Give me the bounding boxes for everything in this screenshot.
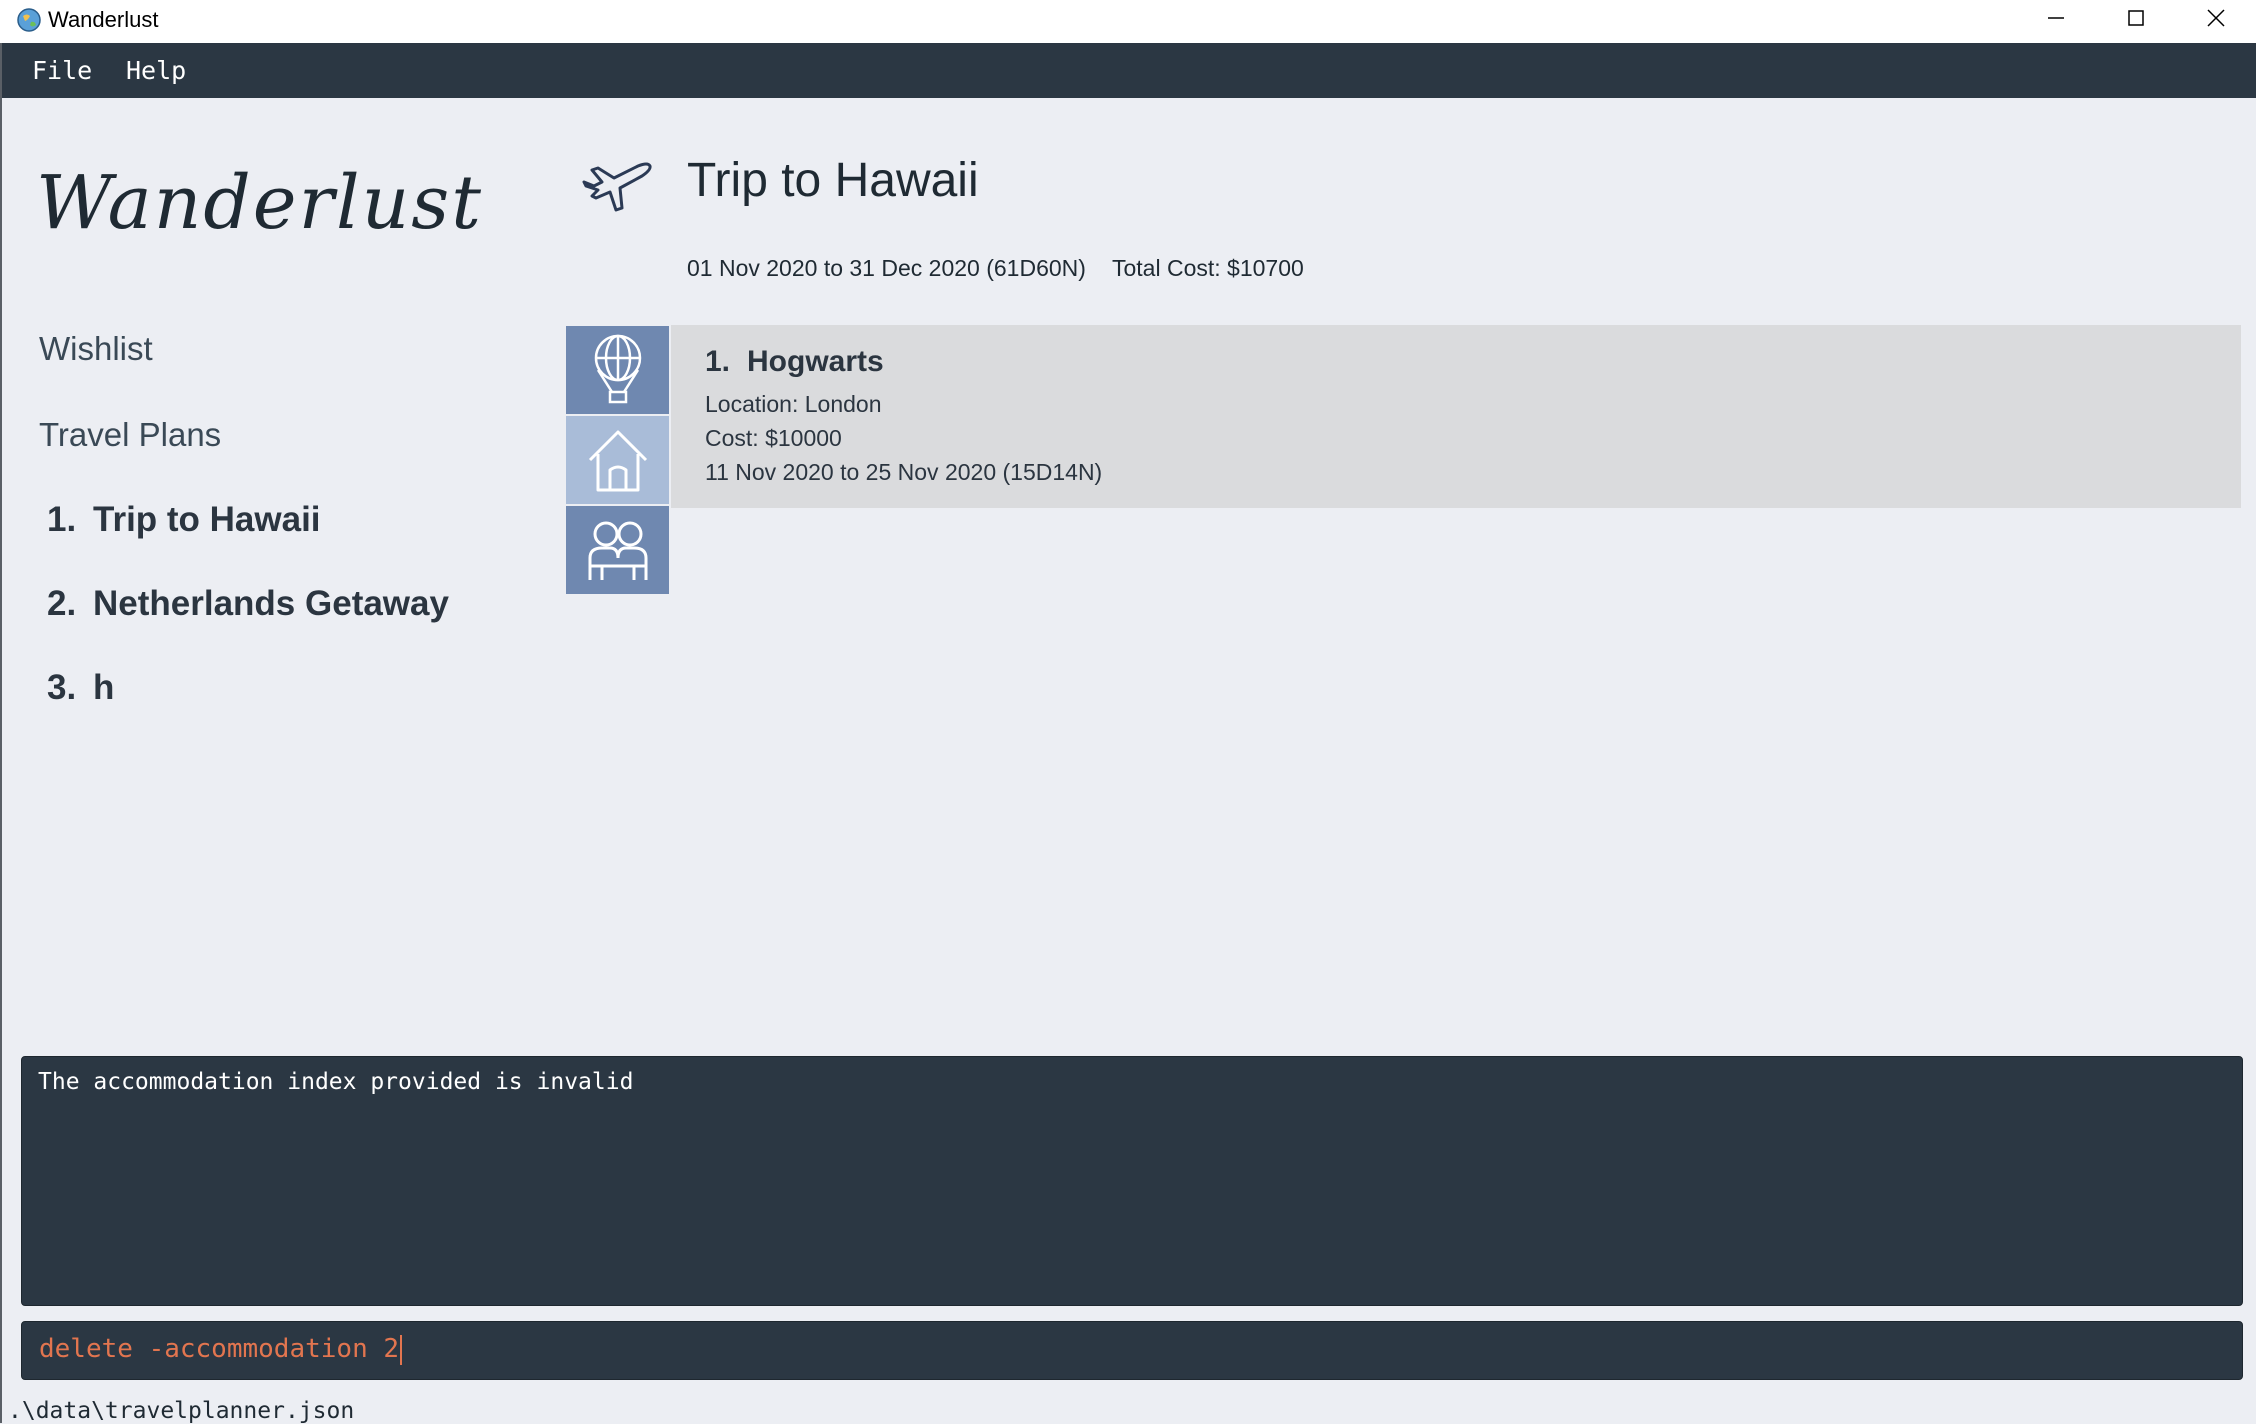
window-title: Wanderlust — [48, 7, 159, 32]
travel-plan-item[interactable]: 1. Trip to Hawaii — [47, 500, 321, 540]
airplane-icon — [582, 162, 652, 212]
command-input[interactable]: delete -accommodation 2 — [39, 1334, 403, 1365]
accommodation-dates: 11 Nov 2020 to 25 Nov 2020 (15D14N) — [705, 459, 1103, 485]
trip-total-cost: Total Cost: $10700 — [1112, 255, 1304, 281]
accommodation-index: 1. — [705, 345, 731, 378]
hot-air-balloon-icon — [594, 334, 642, 404]
maximize-icon — [2128, 10, 2144, 26]
menu-help[interactable]: Help — [126, 57, 186, 85]
globe-icon — [17, 8, 41, 32]
accommodation-card[interactable]: 1. Hogwarts Location: London Cost: $10000… — [671, 325, 2241, 508]
people-icon — [588, 521, 648, 580]
result-message: The accommodation index provided is inva… — [38, 1069, 634, 1095]
command-text: delete -accommodation 2 — [39, 1334, 400, 1364]
nav-wishlist[interactable]: Wishlist — [39, 330, 153, 368]
title-bar: Wanderlust — [0, 0, 2256, 43]
result-display[interactable]: The accommodation index provided is inva… — [21, 1056, 2243, 1306]
travel-plan-name: Trip to Hawaii — [93, 500, 321, 539]
tab-accommodation[interactable] — [566, 416, 669, 504]
travel-plan-name: h — [93, 668, 115, 707]
travel-plan-index: 1. — [47, 500, 77, 539]
menu-bar: File Help — [2, 43, 2256, 98]
travel-plan-name: Netherlands Getaway — [93, 584, 449, 623]
nav-travel-plans[interactable]: Travel Plans — [39, 416, 221, 454]
travel-plan-item[interactable]: 3. h — [47, 668, 114, 708]
text-caret — [400, 1334, 403, 1365]
accommodation-name: Hogwarts — [747, 345, 884, 378]
travel-plan-index: 2. — [47, 584, 77, 623]
close-icon — [2207, 9, 2225, 27]
maximize-button[interactable] — [2096, 0, 2176, 36]
status-bar-file-path: .\data\travelplanner.json — [8, 1398, 355, 1424]
travel-plan-index: 3. — [47, 668, 77, 707]
tab-friends[interactable] — [566, 506, 669, 594]
close-button[interactable] — [2176, 0, 2256, 36]
tab-activity[interactable] — [566, 326, 669, 414]
house-icon — [588, 430, 648, 492]
command-box[interactable]: delete -accommodation 2 — [21, 1321, 2243, 1380]
trip-title: Trip to Hawaii — [687, 154, 979, 207]
app-logo: Wanderlust — [36, 160, 483, 246]
travel-plan-item[interactable]: 2. Netherlands Getaway — [47, 584, 449, 624]
minimize-icon — [2048, 17, 2064, 19]
trip-dates: 01 Nov 2020 to 31 Dec 2020 (61D60N) — [687, 255, 1086, 281]
accommodation-location: Location: London — [705, 391, 882, 417]
accommodation-title: 1. Hogwarts — [705, 345, 884, 379]
menu-file[interactable]: File — [32, 57, 92, 85]
minimize-button[interactable] — [2016, 0, 2096, 36]
window-border — [0, 43, 2, 1423]
accommodation-cost: Cost: $10000 — [705, 425, 842, 451]
